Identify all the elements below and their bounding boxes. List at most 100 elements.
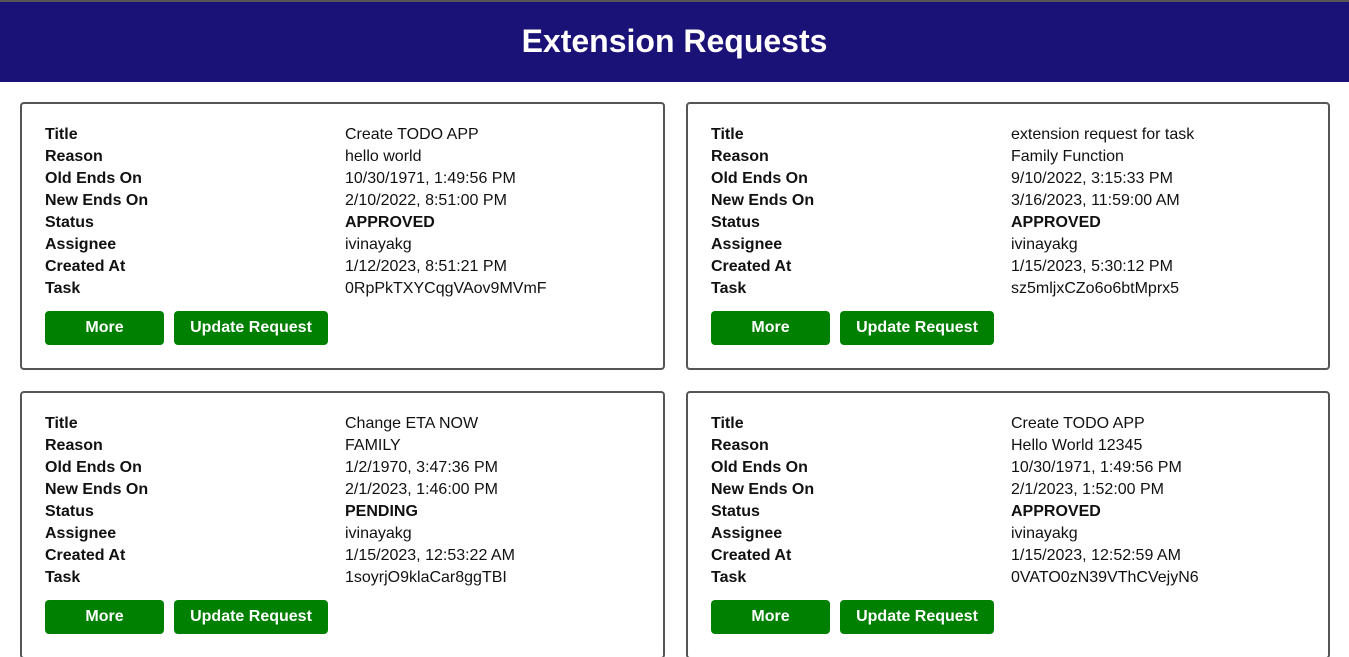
assignee-value: ivinayakg: [345, 525, 412, 542]
page-title: Extension Requests: [521, 22, 828, 59]
assignee-label: Assignee: [45, 236, 117, 253]
field-row-created-at: Created At 1/15/2023, 5:30:12 PM: [711, 256, 1328, 278]
reason-label: Reason: [45, 148, 103, 165]
field-row-new-ends-on: New Ends On 2/10/2022, 8:51:00 PM: [45, 190, 663, 212]
reason-value: Hello World 12345: [1011, 437, 1143, 454]
title-value: Create TODO APP: [1011, 415, 1145, 432]
card-actions: More Update Request: [711, 600, 1328, 634]
created-at-label: Created At: [711, 547, 792, 564]
field-row-old-ends-on: Old Ends On 9/10/2022, 3:15:33 PM: [711, 168, 1328, 190]
request-card: Title Create TODO APP Reason Hello World…: [686, 391, 1330, 657]
reason-value: hello world: [345, 148, 422, 165]
field-row-assignee: Assignee ivinayakg: [711, 523, 1328, 545]
reason-label: Reason: [711, 148, 769, 165]
task-label: Task: [45, 280, 81, 297]
field-row-reason: Reason Family Function: [711, 146, 1328, 168]
request-card: Title extension request for task Reason …: [686, 102, 1330, 370]
assignee-value: ivinayakg: [1011, 525, 1078, 542]
status-label: Status: [711, 214, 760, 231]
field-row-new-ends-on: New Ends On 3/16/2023, 11:59:00 AM: [711, 190, 1328, 212]
assignee-value: ivinayakg: [1011, 236, 1078, 253]
old-ends-on-value: 10/30/1971, 1:49:56 PM: [1011, 459, 1182, 476]
reason-label: Reason: [45, 437, 103, 454]
task-value: 0VATO0zN39VThCVejyN6: [1011, 569, 1199, 586]
card-actions: More Update Request: [711, 311, 1328, 345]
assignee-label: Assignee: [45, 525, 117, 542]
field-row-new-ends-on: New Ends On 2/1/2023, 1:46:00 PM: [45, 479, 663, 501]
field-row-assignee: Assignee ivinayakg: [45, 523, 663, 545]
more-button[interactable]: More: [711, 311, 830, 345]
title-label: Title: [45, 126, 78, 143]
old-ends-on-label: Old Ends On: [711, 459, 808, 476]
more-button[interactable]: More: [45, 600, 164, 634]
old-ends-on-value: 9/10/2022, 3:15:33 PM: [1011, 170, 1173, 187]
created-at-label: Created At: [45, 258, 126, 275]
requests-grid: Title Create TODO APP Reason hello world…: [0, 82, 1349, 657]
request-card: Title Create TODO APP Reason hello world…: [20, 102, 665, 370]
field-row-assignee: Assignee ivinayakg: [45, 234, 663, 256]
field-row-title: Title Change ETA NOW: [45, 413, 663, 435]
more-button[interactable]: More: [45, 311, 164, 345]
assignee-label: Assignee: [711, 236, 783, 253]
field-row-title: Title extension request for task: [711, 124, 1328, 146]
task-label: Task: [45, 569, 81, 586]
update-request-button[interactable]: Update Request: [174, 600, 328, 634]
created-at-label: Created At: [45, 547, 126, 564]
status-value: APPROVED: [1011, 503, 1101, 520]
task-label: Task: [711, 280, 747, 297]
field-row-title: Title Create TODO APP: [45, 124, 663, 146]
field-row-task: Task 0RpPkTXYCqgVAov9MVmF: [45, 278, 663, 300]
created-at-value: 1/15/2023, 12:53:22 AM: [345, 547, 515, 564]
reason-value: Family Function: [1011, 148, 1124, 165]
old-ends-on-value: 1/2/1970, 3:47:36 PM: [345, 459, 498, 476]
field-row-created-at: Created At 1/15/2023, 12:53:22 AM: [45, 545, 663, 567]
assignee-label: Assignee: [711, 525, 783, 542]
field-row-status: Status APPROVED: [45, 212, 663, 234]
update-request-button[interactable]: Update Request: [174, 311, 328, 345]
title-label: Title: [711, 126, 744, 143]
field-row-created-at: Created At 1/15/2023, 12:52:59 AM: [711, 545, 1328, 567]
new-ends-on-value: 3/16/2023, 11:59:00 AM: [1011, 192, 1180, 209]
field-row-old-ends-on: Old Ends On 1/2/1970, 3:47:36 PM: [45, 457, 663, 479]
field-row-task: Task 1soyrjO9klaCar8ggTBI: [45, 567, 663, 589]
old-ends-on-value: 10/30/1971, 1:49:56 PM: [345, 170, 516, 187]
status-value: APPROVED: [1011, 214, 1101, 231]
new-ends-on-label: New Ends On: [711, 192, 815, 209]
task-value: 1soyrjO9klaCar8ggTBI: [345, 569, 507, 586]
field-row-status: Status APPROVED: [711, 501, 1328, 523]
old-ends-on-label: Old Ends On: [45, 459, 142, 476]
reason-value: FAMILY: [345, 437, 401, 454]
new-ends-on-label: New Ends On: [45, 481, 149, 498]
title-value: Create TODO APP: [345, 126, 479, 143]
task-label: Task: [711, 569, 747, 586]
created-at-label: Created At: [711, 258, 792, 275]
request-card: Title Change ETA NOW Reason FAMILY Old E…: [20, 391, 665, 657]
field-row-reason: Reason hello world: [45, 146, 663, 168]
new-ends-on-value: 2/10/2022, 8:51:00 PM: [345, 192, 507, 209]
card-actions: More Update Request: [45, 600, 663, 634]
field-row-reason: Reason FAMILY: [45, 435, 663, 457]
task-value: sz5mljxCZo6o6btMprx5: [1011, 280, 1180, 297]
assignee-value: ivinayakg: [345, 236, 412, 253]
title-label: Title: [711, 415, 744, 432]
more-button[interactable]: More: [711, 600, 830, 634]
status-value: APPROVED: [345, 214, 435, 231]
update-request-button[interactable]: Update Request: [840, 311, 994, 345]
field-row-assignee: Assignee ivinayakg: [711, 234, 1328, 256]
old-ends-on-label: Old Ends On: [45, 170, 142, 187]
reason-label: Reason: [711, 437, 769, 454]
field-row-task: Task sz5mljxCZo6o6btMprx5: [711, 278, 1328, 300]
created-at-value: 1/15/2023, 5:30:12 PM: [1011, 258, 1173, 275]
field-row-created-at: Created At 1/12/2023, 8:51:21 PM: [45, 256, 663, 278]
created-at-value: 1/15/2023, 12:52:59 AM: [1011, 547, 1181, 564]
field-row-reason: Reason Hello World 12345: [711, 435, 1328, 457]
field-row-task: Task 0VATO0zN39VThCVejyN6: [711, 567, 1328, 589]
status-label: Status: [711, 503, 760, 520]
field-row-status: Status PENDING: [45, 501, 663, 523]
field-row-old-ends-on: Old Ends On 10/30/1971, 1:49:56 PM: [45, 168, 663, 190]
update-request-button[interactable]: Update Request: [840, 600, 994, 634]
status-label: Status: [45, 214, 94, 231]
new-ends-on-value: 2/1/2023, 1:52:00 PM: [1011, 481, 1164, 498]
field-row-title: Title Create TODO APP: [711, 413, 1328, 435]
title-label: Title: [45, 415, 78, 432]
